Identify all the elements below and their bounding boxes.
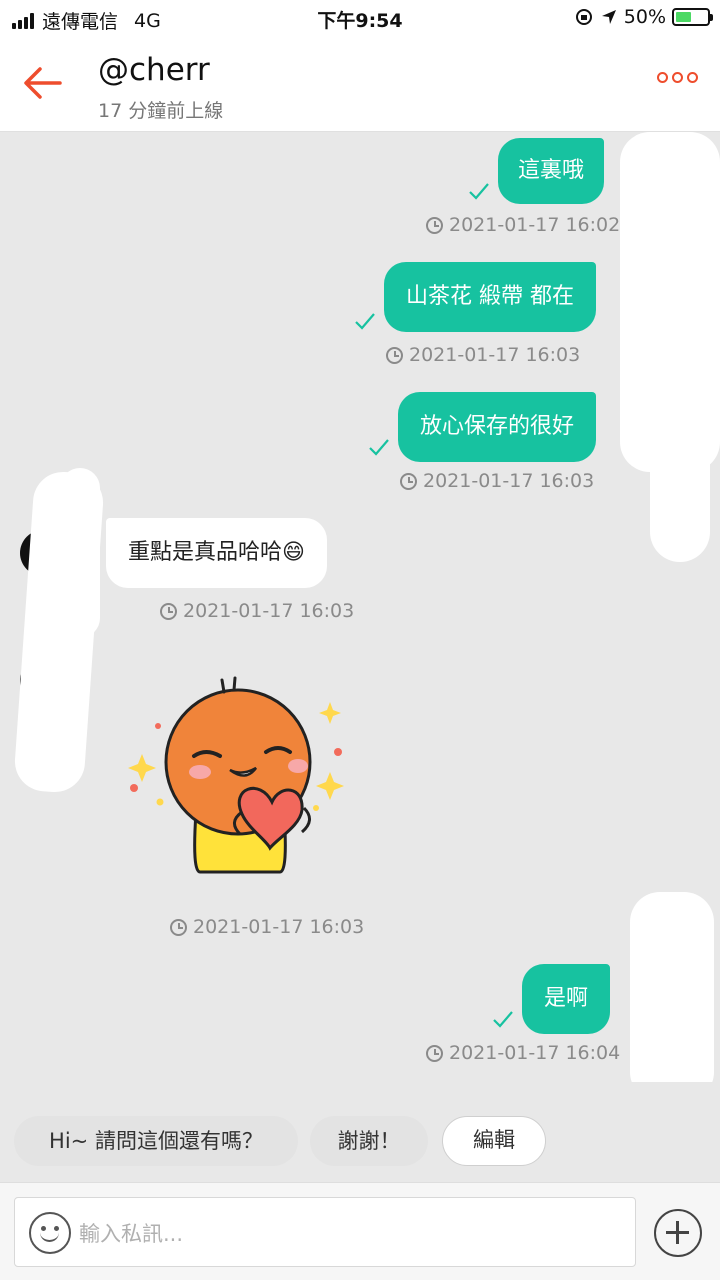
- quick-reply-chip[interactable]: Hi~ 請問這個還有嗎？: [14, 1116, 298, 1166]
- message-bubble-incoming[interactable]: 重點是真品哈哈😄: [106, 518, 327, 588]
- message-text: 是啊: [544, 986, 589, 1011]
- redaction-mark: [212, 46, 296, 90]
- check-icon: [493, 1011, 513, 1028]
- message-timestamp: 2021-01-17 16:03: [400, 470, 594, 492]
- orientation-lock-icon: [575, 9, 592, 25]
- edit-quick-replies-button[interactable]: 編輯: [442, 1116, 546, 1166]
- status-bar: 遠傳電信 4G 下午9:54 50%: [0, 0, 720, 36]
- message-text: 重點是真品哈哈😄: [128, 540, 305, 565]
- redaction-mark: [60, 468, 100, 638]
- redaction-mark: [630, 892, 714, 1082]
- redaction-mark: [650, 232, 710, 562]
- chat-header: @cherr 17 分鐘前上線: [0, 36, 720, 132]
- more-options-icon[interactable]: [657, 72, 698, 83]
- location-icon: [601, 10, 616, 24]
- quick-reply-chip[interactable]: 謝謝！: [310, 1116, 428, 1166]
- back-arrow-icon[interactable]: [18, 58, 68, 108]
- plus-icon[interactable]: [654, 1209, 702, 1257]
- clock-icon: [386, 346, 403, 364]
- message-text: 山茶花 緞帶 都在: [406, 284, 574, 309]
- last-online-status: 17 分鐘前上線: [98, 100, 224, 122]
- chat-username: @cherr: [98, 52, 210, 88]
- check-icon: [355, 313, 375, 330]
- status-right: 50%: [574, 6, 713, 28]
- battery-icon: [672, 8, 713, 26]
- message-bubble-outgoing[interactable]: 是啊: [522, 964, 611, 1034]
- emoji-icon[interactable]: [29, 1212, 71, 1254]
- message-timestamp: 2021-01-17 16:02: [426, 214, 620, 236]
- message-bubble-outgoing[interactable]: 山茶花 緞帶 都在: [384, 262, 596, 332]
- heart-sticker[interactable]: [120, 672, 360, 882]
- chat-area[interactable]: 這裏哦 2021-01-17 16:02 山茶花 緞帶 都在 2021-01-1…: [0, 132, 720, 1082]
- check-icon: [369, 439, 389, 456]
- clock-icon: [426, 216, 443, 234]
- clock-icon: [426, 1044, 443, 1062]
- battery-percent: 50%: [623, 6, 666, 28]
- message-timestamp: 2021-01-17 16:03: [170, 916, 364, 938]
- message-bubble-outgoing[interactable]: 這裏哦: [498, 138, 605, 204]
- check-icon: [469, 183, 489, 200]
- message-text: 放心保存的很好: [420, 414, 575, 439]
- message-timestamp: 2021-01-17 16:04: [426, 1042, 620, 1064]
- clock-icon: [160, 602, 177, 620]
- clock-icon: [170, 918, 187, 936]
- message-timestamp: 2021-01-17 16:03: [386, 344, 580, 366]
- message-bubble-outgoing[interactable]: 放心保存的很好: [398, 392, 597, 462]
- input-placeholder: 輸入私訊...: [79, 1222, 184, 1246]
- message-text: 這裏哦: [518, 158, 585, 183]
- message-input-bar: 輸入私訊...: [0, 1182, 720, 1280]
- message-input[interactable]: 輸入私訊...: [14, 1197, 636, 1267]
- clock-icon: [400, 472, 417, 490]
- message-timestamp: 2021-01-17 16:03: [160, 600, 354, 622]
- quick-reply-bar: Hi~ 請問這個還有嗎？ 謝謝！ 編輯: [0, 1108, 720, 1174]
